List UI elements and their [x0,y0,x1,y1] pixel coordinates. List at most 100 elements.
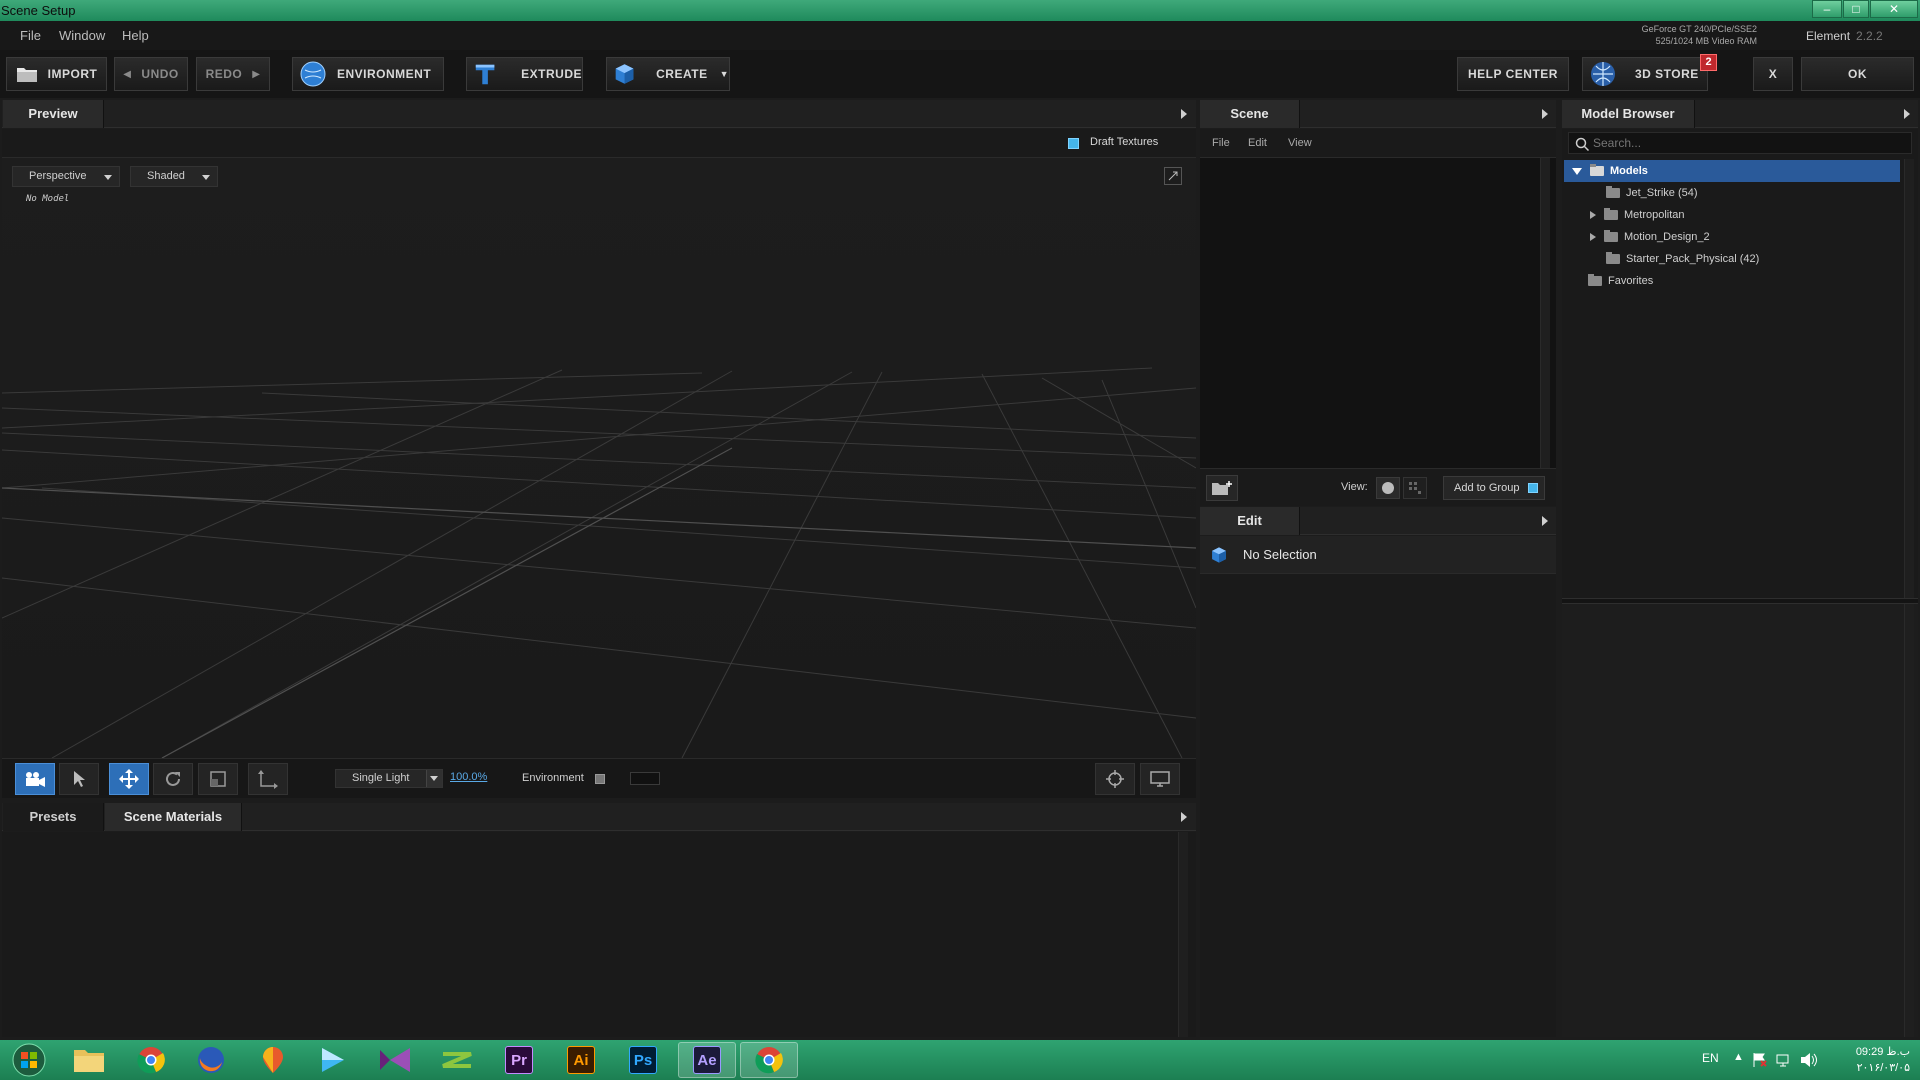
add-to-group-checkbox[interactable] [1528,483,1538,493]
scene-panel-header: Scene [1200,100,1556,128]
visual-studio-icon [380,1048,410,1072]
scene-menu-bar: File Edit View [1200,129,1556,158]
select-tool-button[interactable] [59,763,99,795]
tree-item-jet-strike[interactable]: Jet_Strike (54) [1606,182,1698,204]
network-icon[interactable] [1776,1052,1792,1068]
tree-item-models[interactable]: Models [1564,160,1900,182]
scene-menu-edit[interactable]: Edit [1248,137,1267,149]
camera-view-dropdown[interactable]: Perspective [12,166,120,187]
redo-button[interactable]: REDO ▶ [196,57,270,91]
tree-item-metropolitan[interactable]: Metropolitan [1590,204,1685,226]
zoom-value[interactable]: 100.0% [450,771,487,783]
tab-presets[interactable]: Presets [3,803,104,831]
model-browser-header: Model Browser [1562,100,1918,128]
model-preview-scrollbar[interactable] [1904,604,1914,1037]
scene-menu-file[interactable]: File [1212,137,1230,149]
taskbar-camtasia[interactable] [428,1042,486,1078]
maximize-button[interactable]: □ [1843,0,1869,18]
taskbar-maps[interactable] [244,1042,302,1078]
menu-window[interactable]: Window [59,28,105,43]
volume-icon[interactable] [1800,1052,1818,1068]
undo-button[interactable]: ◀ UNDO [114,57,188,91]
panel-expand-icon[interactable] [1181,109,1187,119]
move-tool-button[interactable] [109,763,149,795]
lighting-dropdown[interactable]: Single Light [335,769,443,788]
presets-scrollbar[interactable] [1178,832,1188,1037]
start-button[interactable] [0,1042,58,1078]
model-browser-scrollbar[interactable] [1904,159,1914,598]
center-view-button[interactable] [1095,763,1135,795]
extrude-button[interactable]: EXTRUDE [466,57,583,91]
panel-expand-icon[interactable] [1542,516,1548,526]
taskbar-chrome[interactable] [122,1042,180,1078]
chevron-right-icon[interactable] [1590,211,1596,220]
taskbar-illustrator[interactable]: Ai [552,1042,610,1078]
tab-scene-materials[interactable]: Scene Materials [105,803,242,831]
system-clock[interactable]: 09:29 ب.ظ ۲۰۱۶/۰۳/۰۵ [1832,1044,1910,1076]
cancel-button[interactable]: X [1753,57,1793,91]
shading-dropdown[interactable]: Shaded [130,166,218,187]
taskbar-firefox[interactable] [182,1042,240,1078]
panel-expand-icon[interactable] [1181,812,1187,822]
taskbar-after-effects[interactable]: Ae [678,1042,736,1078]
scene-footer: View: Add to Group [1200,468,1556,506]
scene-menu-view[interactable]: View [1288,137,1312,149]
language-indicator[interactable]: EN [1702,1051,1719,1065]
camera-tool-button[interactable] [15,763,55,795]
cursor-arrow-icon [74,771,85,787]
folder-icon [74,1050,104,1072]
tab-edit[interactable]: Edit [1200,507,1300,535]
tab-scene[interactable]: Scene [1200,100,1300,128]
view-label: View: [1341,481,1368,493]
environment-checkbox[interactable] [595,774,605,784]
create-dropdown-button[interactable]: CREATE ▼ [606,57,730,91]
scale-tool-button[interactable] [198,763,238,795]
taskbar-premiere[interactable]: Pr [490,1042,548,1078]
taskbar-visual-studio[interactable] [366,1042,424,1078]
axis-tool-button[interactable] [248,763,288,795]
tab-preview[interactable]: Preview [3,100,104,128]
ok-button[interactable]: OK [1801,57,1914,91]
view-sphere-button[interactable] [1376,477,1400,499]
tree-item-favorites[interactable]: Favorites [1588,270,1653,292]
import-button[interactable]: IMPORT [6,57,107,91]
tab-model-browser[interactable]: Model Browser [1562,100,1695,128]
taskbar-chrome-2[interactable] [740,1042,798,1078]
minimize-button[interactable]: – [1812,0,1842,18]
add-folder-icon [1212,481,1232,495]
render-view-button[interactable] [1140,763,1180,795]
tree-item-starter-pack[interactable]: Starter_Pack_Physical (42) [1606,248,1759,270]
maximize-viewport-icon[interactable] [1164,167,1182,185]
draft-textures-checkbox[interactable] [1068,138,1079,149]
panel-expand-icon[interactable] [1542,109,1548,119]
panel-expand-icon[interactable] [1904,109,1910,119]
model-preview-area [1562,604,1918,1037]
no-model-label: No Model [26,194,70,204]
add-to-group-button[interactable]: Add to Group [1443,476,1545,500]
model-search-box[interactable] [1568,132,1912,154]
3d-store-button[interactable]: 3D STORE [1582,57,1708,91]
taskbar-photoshop[interactable]: Ps [614,1042,672,1078]
environment-button[interactable]: ENVIRONMENT [292,57,444,91]
close-window-button[interactable]: ✕ [1870,0,1918,18]
tree-item-motion-design[interactable]: Motion_Design_2 [1590,226,1710,248]
tray-expand-icon[interactable]: ▲ [1733,1051,1744,1063]
preview-viewport[interactable]: Perspective Shaded No Model [2,158,1196,758]
help-center-button[interactable]: HELP CENTER [1457,57,1569,91]
chevron-right-icon[interactable] [1590,233,1596,242]
menu-help[interactable]: Help [122,28,149,43]
cube-icon [615,64,634,84]
taskbar-player[interactable] [304,1042,362,1078]
location-pin-icon [263,1047,283,1073]
search-input[interactable] [1593,135,1903,151]
menu-file[interactable]: File [20,28,41,43]
firefox-icon [198,1047,224,1073]
scene-outliner[interactable] [1200,158,1556,468]
view-grid-button[interactable] [1403,477,1427,499]
action-center-flag-icon[interactable] [1752,1052,1768,1068]
scene-scrollbar[interactable] [1540,158,1550,468]
rotate-tool-button[interactable] [153,763,193,795]
taskbar-explorer[interactable] [60,1042,118,1078]
new-group-button[interactable] [1206,475,1238,501]
environment-color-swatch[interactable] [630,772,660,785]
